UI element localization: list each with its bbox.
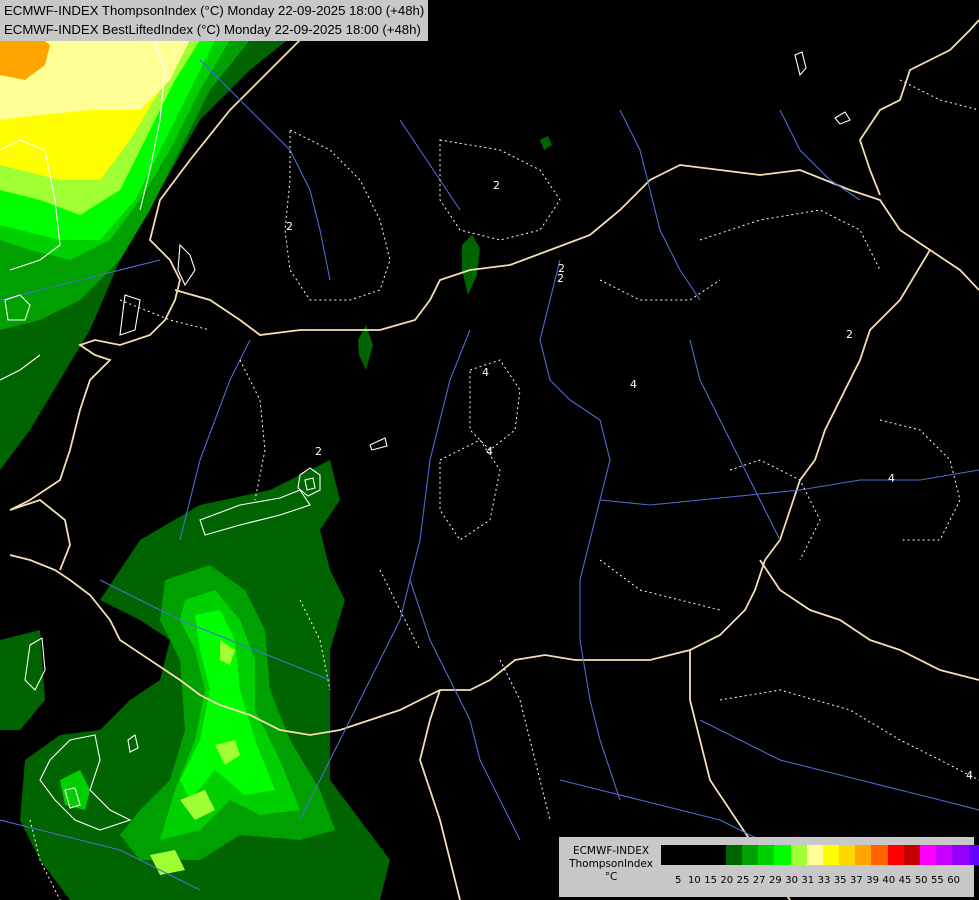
legend-swatch <box>822 845 840 865</box>
contour-label: 4 <box>630 378 637 391</box>
map-title: ECMWF-INDEX ThompsonIndex (°C) Monday 22… <box>0 0 429 41</box>
legend-tick-label: 40 <box>882 875 896 886</box>
legend-swatch <box>790 845 807 865</box>
legend-tick-label: 60 <box>947 875 960 886</box>
legend-swatch <box>741 845 759 865</box>
contour-label: 2 <box>315 445 322 458</box>
legend-swatch <box>839 845 856 865</box>
legend-tick-label: 20 <box>720 875 734 886</box>
legend-swatch <box>936 845 953 865</box>
contour-label: 2 <box>286 220 293 233</box>
legend-swatch <box>709 845 726 865</box>
contour-label: 2 <box>493 179 500 192</box>
legend-swatch <box>952 845 969 865</box>
contour-label: 4 <box>482 366 489 379</box>
legend-swatch <box>806 845 823 865</box>
legend-tick-label: 55 <box>931 875 944 886</box>
legend-tick-label: 50 <box>914 875 928 886</box>
legend-tick-label: 25 <box>736 875 750 886</box>
legend-swatch <box>774 845 791 865</box>
legend-tick-label: 30 <box>785 875 798 886</box>
legend-swatch <box>661 845 678 865</box>
legend-swatch <box>903 845 920 865</box>
title-thompson-index: ECMWF-INDEX ThompsonIndex (°C) Monday 22… <box>4 3 425 18</box>
contour-label: 4 <box>486 445 493 458</box>
legend-color-bar <box>661 845 979 865</box>
color-legend: ECMWF-INDEX ThompsonIndex °C 5 10 15 20 25 27… <box>559 837 979 897</box>
contour-label: 2 <box>558 262 565 275</box>
weather-map: 2 2 2 2 2 4 4 4 4 2 4 <box>0 0 979 900</box>
legend-title: ECMWF-INDEX ThompsonIndex °C <box>563 845 659 884</box>
legend-tick-label: 31 <box>801 875 815 886</box>
legend-tick-label: 33 <box>817 875 831 886</box>
legend-tick-label: 5 <box>675 875 682 886</box>
legend-swatch <box>725 845 742 865</box>
legend-swatch <box>968 845 979 865</box>
legend-tick-label: 10 <box>688 875 701 886</box>
legend-tick-label: 35 <box>833 875 847 886</box>
legend-tick-label: 27 <box>752 875 766 886</box>
contour-label: 2 <box>846 328 853 341</box>
legend-swatch <box>693 845 710 865</box>
legend-swatch <box>887 845 904 865</box>
legend-swatch <box>855 845 872 865</box>
legend-source: ECMWF-INDEX <box>572 845 650 857</box>
legend-swatch <box>677 845 694 865</box>
legend-tick-label: 37 <box>850 875 863 886</box>
contour-label: 4 <box>888 472 895 485</box>
legend-unit: °C <box>604 871 618 883</box>
legend-swatch <box>920 845 937 865</box>
legend-swatch <box>871 845 888 865</box>
contour-label: 4 <box>966 769 973 782</box>
title-best-lifted-index: ECMWF-INDEX BestLiftedIndex (°C) Monday … <box>4 22 421 37</box>
legend-tick-label: 45 <box>898 875 912 886</box>
legend-tick-label: 15 <box>704 875 717 886</box>
legend-swatch <box>758 845 775 865</box>
legend-variable: ThompsonIndex <box>569 858 653 870</box>
legend-tick-label: 39 <box>866 875 879 886</box>
legend-tick-label: 29 <box>769 875 782 886</box>
